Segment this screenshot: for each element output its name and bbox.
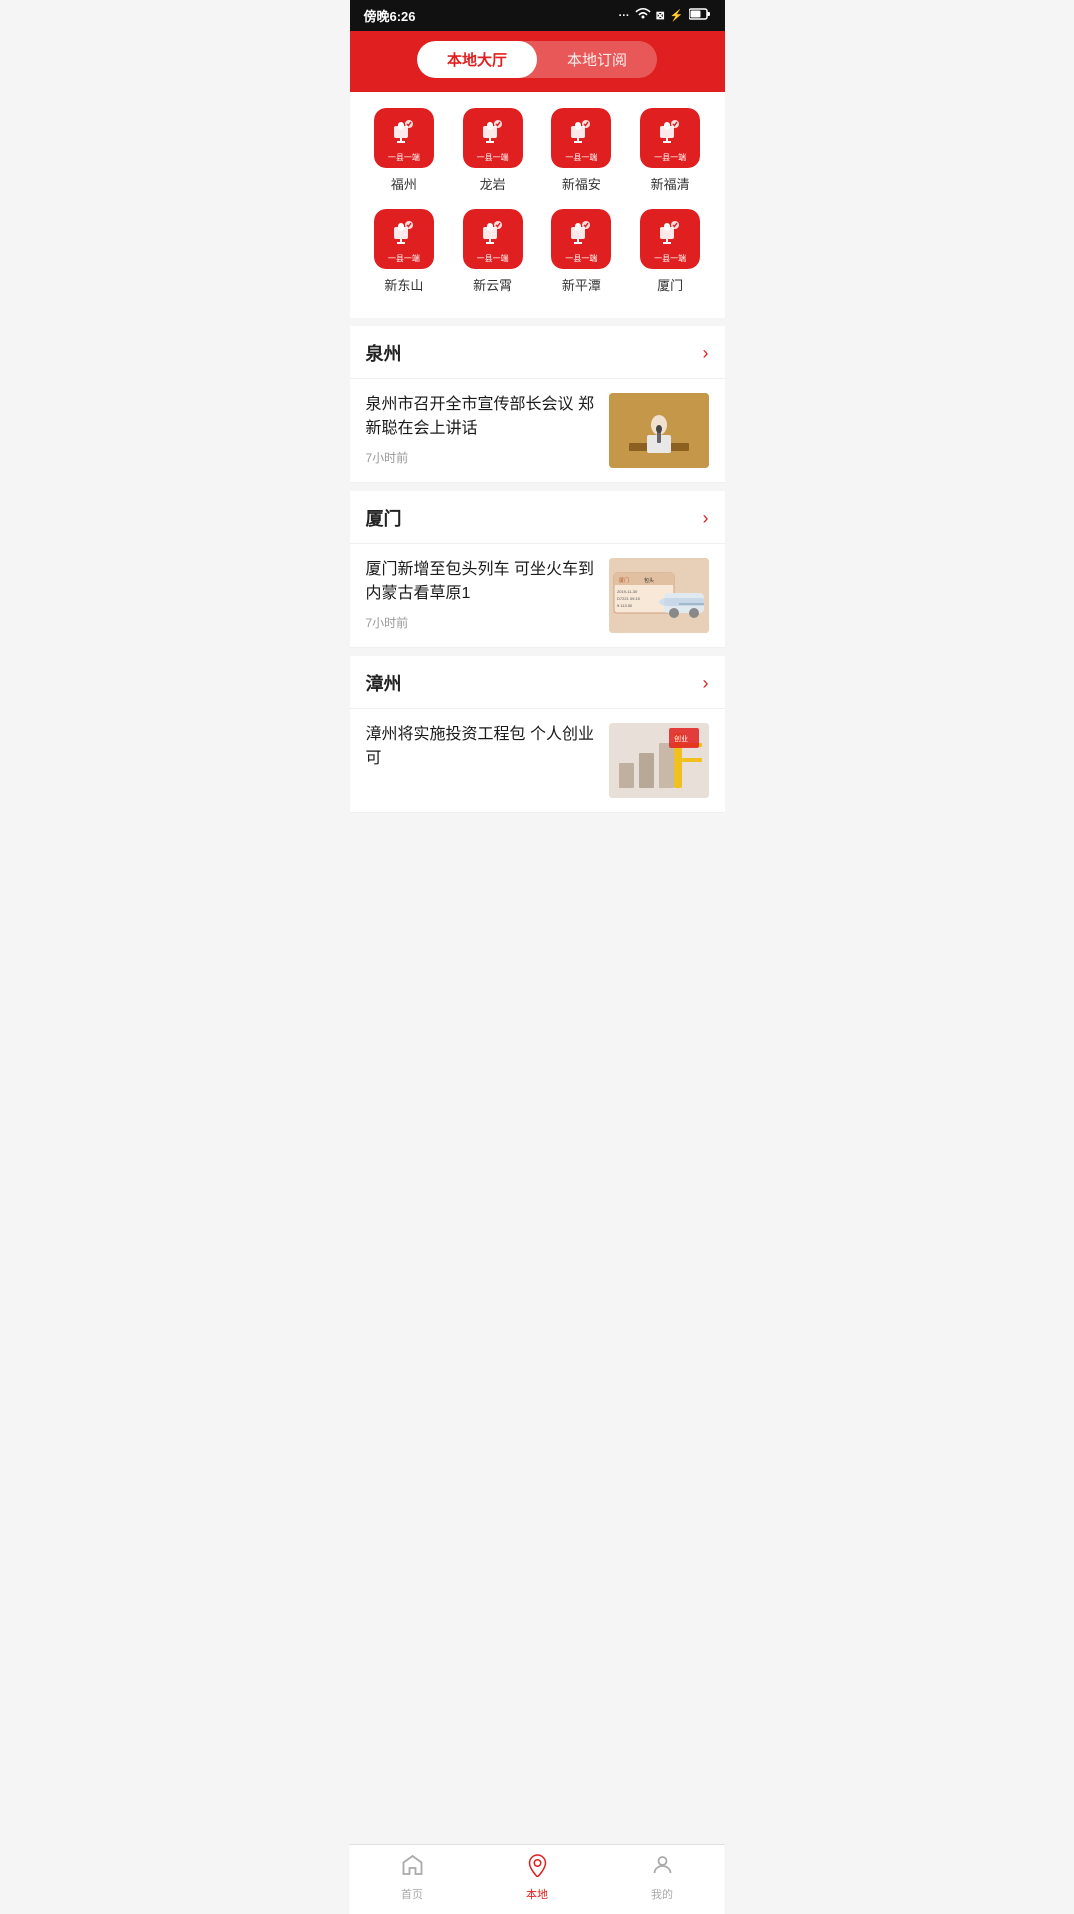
icon-label: 一县一端 [477, 253, 509, 264]
section-quanzhou: 泉州 › 泉州市召开全市宣传部长会议 郑新聪在会上讲话 7小时前 [350, 326, 725, 483]
city-name: 新福清 [651, 174, 690, 193]
desk-mic-icon-5 [390, 219, 418, 251]
news-title: 泉州市召开全市宣传部长会议 郑新聪在会上讲话 [366, 393, 597, 441]
svg-text:¥ 113.50: ¥ 113.50 [617, 603, 633, 608]
city-name: 龙岩 [480, 174, 506, 193]
icon-label: 一县一端 [654, 152, 686, 163]
svg-text:厦门: 厦门 [619, 577, 629, 584]
status-bar: 傍晚6:26 ··· ⊠ ⚡ [350, 0, 725, 31]
svg-text:创业: 创业 [674, 734, 688, 743]
location-icon [525, 1853, 549, 1883]
section-title-zhangzhou: 漳州 [366, 670, 402, 696]
city-name: 新平潭 [562, 275, 601, 294]
city-name: 新东山 [384, 275, 423, 294]
tab-local-hall[interactable]: 本地大厅 [417, 41, 537, 78]
icon-xinfuqing[interactable]: 一县一端 新福清 [635, 108, 705, 193]
nav-home[interactable]: 首页 [380, 1853, 444, 1902]
news-text-zhangzhou: 漳州将实施投资工程包 个人创业可 [366, 723, 597, 779]
news-item-quanzhou-1[interactable]: 泉州市召开全市宣传部长会议 郑新聪在会上讲话 7小时前 [350, 379, 725, 483]
icon-xinfuan[interactable]: 一县一端 新福安 [546, 108, 616, 193]
icon-label: 一县一端 [388, 253, 420, 264]
section-title-quanzhou: 泉州 [366, 340, 402, 366]
wifi-icon [635, 8, 651, 23]
desk-mic-icon-7 [567, 219, 595, 251]
icon-label: 一县一端 [565, 253, 597, 264]
status-icons: ··· ⊠ ⚡ [619, 8, 711, 23]
icon-grid: 一县一端 福州 [350, 92, 725, 318]
desk-mic-icon-8 [656, 219, 684, 251]
nav-mine-label: 我的 [651, 1886, 673, 1902]
section-title-xiamen: 厦门 [366, 505, 402, 531]
nav-home-label: 首页 [401, 1886, 423, 1902]
icon-xindongshan[interactable]: 一县一端 新东山 [369, 209, 439, 294]
header: 本地大厅 本地订阅 [350, 31, 725, 92]
section-header-quanzhou[interactable]: 泉州 › [350, 326, 725, 379]
icon-label: 一县一端 [565, 152, 597, 163]
news-text: 泉州市召开全市宣传部长会议 郑新聪在会上讲话 7小时前 [366, 393, 597, 466]
desk-mic-icon [390, 118, 418, 150]
icon-longyan[interactable]: 一县一端 龙岩 [458, 108, 528, 193]
icon-xinyunxiao[interactable]: 一县一端 新云霄 [458, 209, 528, 294]
nav-local-label: 本地 [526, 1886, 548, 1902]
svg-text:D7221 09:15: D7221 09:15 [617, 596, 641, 601]
tab-switcher: 本地大厅 本地订阅 [417, 41, 657, 78]
screen-icon: ⊠ [656, 9, 665, 22]
flash-icon: ⚡ [670, 9, 684, 22]
person-icon [650, 1853, 674, 1883]
news-title-zhangzhou: 漳州将实施投资工程包 个人创业可 [366, 723, 597, 771]
status-time: 傍晚6:26 [364, 6, 416, 25]
arrow-icon-quanzhou: › [703, 343, 709, 364]
news-time-xiamen: 7小时前 [366, 614, 597, 631]
battery-icon [689, 8, 711, 23]
tab-local-subscribe[interactable]: 本地订阅 [537, 41, 657, 78]
city-name: 新福安 [562, 174, 601, 193]
icon-label: 一县一端 [477, 152, 509, 163]
news-time: 7小时前 [366, 449, 597, 466]
section-header-zhangzhou[interactable]: 漳州 › [350, 656, 725, 709]
city-name: 新云霄 [473, 275, 512, 294]
desk-mic-icon-4 [656, 118, 684, 150]
desk-mic-icon-6 [479, 219, 507, 251]
city-name: 福州 [391, 174, 417, 193]
section-xiamen: 厦门 › 厦门新增至包头列车 可坐火车到内蒙古看草原1 7小时前 厦门 包头 2… [350, 491, 725, 648]
icon-label: 一县一端 [654, 253, 686, 264]
section-zhangzhou: 漳州 › 漳州将实施投资工程包 个人创业可 [350, 656, 725, 813]
nav-mine[interactable]: 我的 [630, 1853, 694, 1902]
bottom-nav: 首页 本地 我的 [350, 1844, 725, 1914]
svg-text:包头: 包头 [644, 577, 654, 584]
icon-xiamen-grid[interactable]: 一县一端 厦门 [635, 209, 705, 294]
news-image-zhangzhou: 创业 [609, 723, 709, 798]
news-text-xiamen: 厦门新增至包头列车 可坐火车到内蒙古看草原1 7小时前 [366, 558, 597, 631]
nav-local[interactable]: 本地 [505, 1853, 569, 1902]
news-image-quanzhou [609, 393, 709, 468]
home-icon [400, 1853, 424, 1883]
arrow-icon-zhangzhou: › [703, 673, 709, 694]
icon-row-1: 一县一端 福州 [350, 108, 725, 193]
icon-fuzhou[interactable]: 一县一端 福州 [369, 108, 439, 193]
icon-xinpingtan[interactable]: 一县一端 新平潭 [546, 209, 616, 294]
desk-mic-icon-3 [567, 118, 595, 150]
svg-text:2019-11-30: 2019-11-30 [617, 589, 638, 594]
news-image-xiamen: 厦门 包头 2019-11-30 D7221 09:15 ¥ 113.50 [609, 558, 709, 633]
news-title-xiamen: 厦门新增至包头列车 可坐火车到内蒙古看草原1 [366, 558, 597, 606]
news-item-xiamen-1[interactable]: 厦门新增至包头列车 可坐火车到内蒙古看草原1 7小时前 厦门 包头 2019-1… [350, 544, 725, 648]
city-name: 厦门 [657, 275, 683, 294]
arrow-icon-xiamen: › [703, 508, 709, 529]
section-header-xiamen[interactable]: 厦门 › [350, 491, 725, 544]
icon-label: 一县一端 [388, 152, 420, 163]
icon-row-2: 一县一端 新东山 [350, 209, 725, 294]
signal-icon: ··· [619, 10, 630, 22]
desk-mic-icon-2 [479, 118, 507, 150]
news-item-zhangzhou-1[interactable]: 漳州将实施投资工程包 个人创业可 创业 [350, 709, 725, 813]
